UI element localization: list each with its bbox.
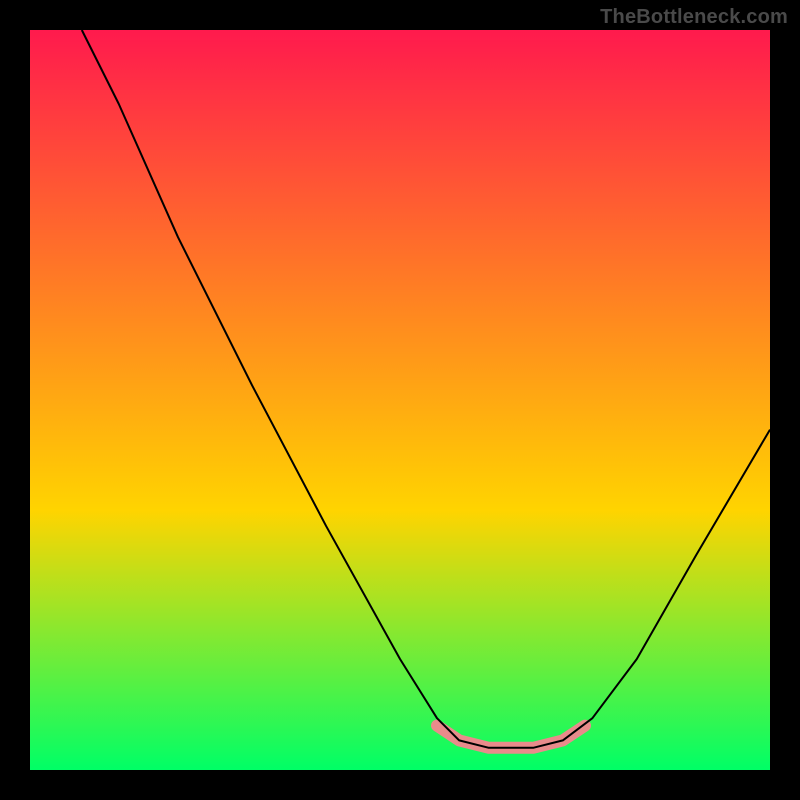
- bottleneck-chart: [0, 0, 800, 800]
- watermark-text: TheBottleneck.com: [600, 6, 788, 29]
- chart-frame: TheBottleneck.com: [0, 0, 800, 800]
